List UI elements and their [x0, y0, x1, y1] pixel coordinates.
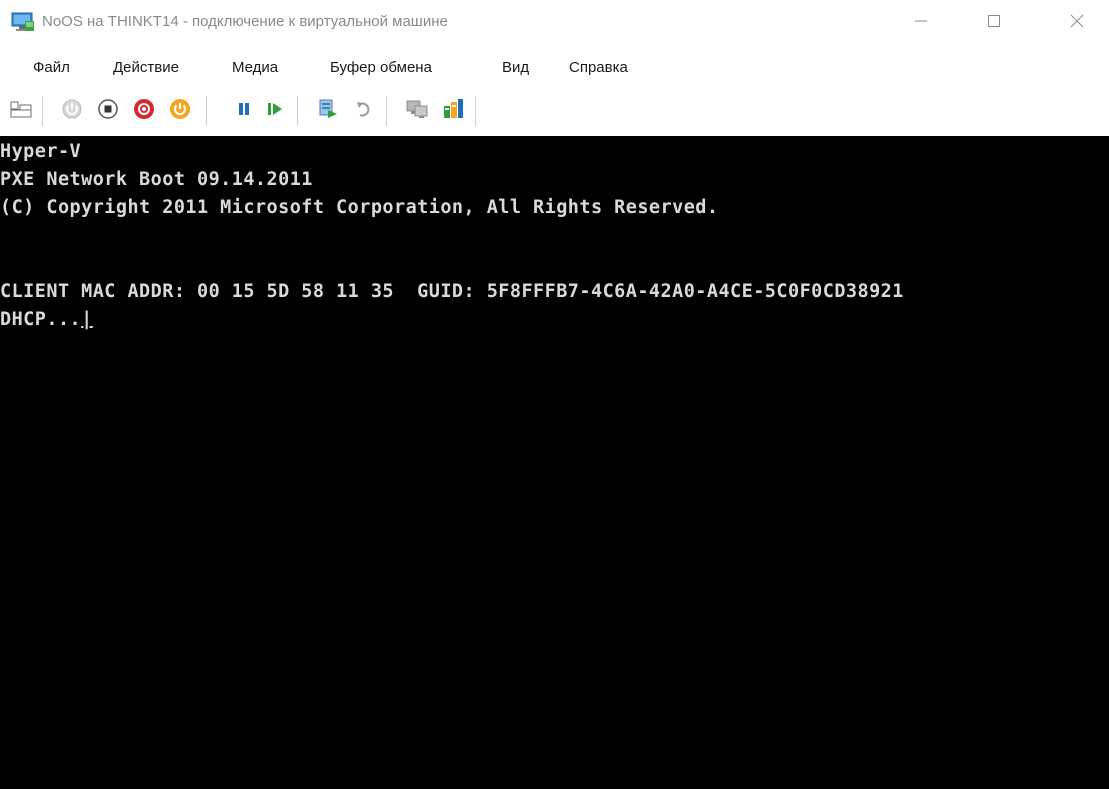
console-line: CLIENT MAC ADDR: 00 15 5D 58 11 35 GUID:… [0, 281, 904, 302]
maximize-button[interactable] [966, 0, 1022, 46]
close-icon [1070, 14, 1084, 33]
minimize-icon [914, 14, 928, 33]
toolbar-separator [206, 96, 207, 126]
menu-action[interactable]: Действие [113, 59, 179, 76]
vm-connect-app-icon [11, 12, 35, 32]
menu-file[interactable]: Файл [33, 59, 70, 76]
close-button[interactable] [1049, 0, 1105, 46]
toolbar-separator [475, 96, 476, 126]
console-cursor: | [81, 309, 93, 330]
pause-button[interactable] [231, 98, 257, 124]
menu-media[interactable]: Медиа [232, 59, 278, 76]
resume-icon [264, 98, 286, 125]
enhanced-session-button[interactable] [404, 98, 430, 124]
console-line: Hyper-V [0, 141, 82, 162]
menu-view[interactable]: Вид [502, 59, 529, 76]
toolbar [0, 92, 1109, 134]
shutdown-icon [133, 98, 155, 125]
start-button[interactable] [59, 98, 85, 124]
pause-icon [233, 98, 255, 125]
toolbar-separator [386, 96, 387, 126]
start-icon [61, 98, 83, 125]
share-button[interactable] [440, 98, 466, 124]
checkpoint-button[interactable] [315, 98, 341, 124]
console-line: (C) Copyright 2011 Microsoft Corporation… [0, 197, 719, 218]
vm-console-screen[interactable]: Hyper-V PXE Network Boot 09.14.2011 (C) … [0, 136, 1109, 789]
turn-off-button[interactable] [95, 98, 121, 124]
toolbar-separator [297, 96, 298, 126]
window-title: NoOS на THINKT14 - подключение к виртуал… [42, 13, 448, 30]
ctrl-alt-del-button[interactable] [8, 98, 34, 124]
share-icon [442, 98, 464, 125]
menu-help[interactable]: Справка [569, 59, 628, 76]
console-output: Hyper-V PXE Network Boot 09.14.2011 (C) … [0, 138, 904, 334]
title-bar[interactable]: NoOS на THINKT14 - подключение к виртуал… [0, 0, 1109, 46]
console-line: PXE Network Boot 09.14.2011 [0, 169, 313, 190]
revert-icon [353, 98, 375, 125]
vm-connection-window: NoOS на THINKT14 - подключение к виртуал… [0, 0, 1109, 789]
minimize-button[interactable] [893, 0, 949, 46]
revert-button[interactable] [351, 98, 377, 124]
turn-off-icon [97, 98, 119, 125]
menu-clipboard[interactable]: Буфер обмена [330, 59, 432, 76]
power-button[interactable] [167, 98, 193, 124]
power-icon [169, 98, 191, 125]
ctrl-alt-del-icon [10, 99, 32, 124]
maximize-icon [987, 14, 1001, 33]
resume-button[interactable] [262, 98, 288, 124]
console-line: DHCP... [0, 309, 82, 330]
checkpoint-icon [317, 98, 339, 125]
enhanced-session-icon [406, 98, 428, 125]
shutdown-button[interactable] [131, 98, 157, 124]
menu-bar: Файл Действие Медиа Буфер обмена Вид Спр… [0, 50, 1109, 86]
toolbar-separator [42, 96, 43, 126]
